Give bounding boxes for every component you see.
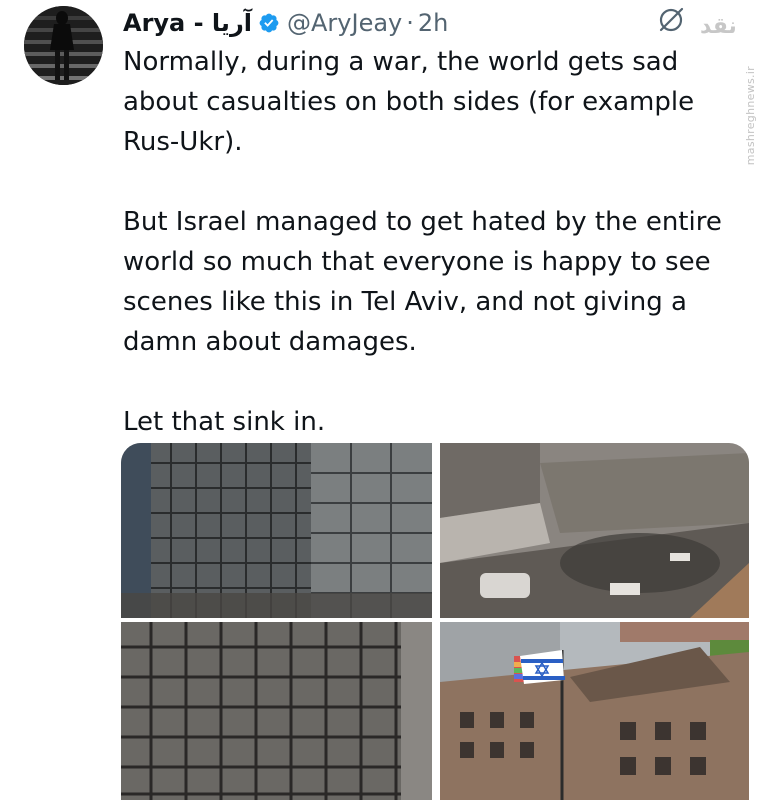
tweet-text: Normally, during a war, the world gets s… xyxy=(123,47,722,437)
photo-rubble-street[interactable] xyxy=(440,443,749,618)
timestamp[interactable]: 2h xyxy=(418,6,448,40)
avatar[interactable] xyxy=(24,6,103,85)
photo-damaged-building-facade[interactable] xyxy=(121,443,432,618)
separator: · xyxy=(406,9,414,37)
tweet-header: Arya - آریا @AryJeay · 2h xyxy=(123,6,448,40)
grok-icon[interactable] xyxy=(656,5,686,39)
watermark-logo: نقد xyxy=(700,14,737,39)
verified-badge-icon xyxy=(258,12,280,34)
handle[interactable]: @AryJeay xyxy=(287,6,402,40)
photo-blown-out-windows[interactable] xyxy=(121,622,432,800)
display-name[interactable]: Arya - آریا xyxy=(123,6,252,40)
media-grid xyxy=(121,443,749,800)
watermark-url: mashreghnews.ir xyxy=(744,66,757,166)
photo-collapsed-buildings-with-flags[interactable] xyxy=(440,622,749,800)
tweet: Arya - آریا @AryJeay · 2h نقد mashreghne… xyxy=(0,0,773,800)
